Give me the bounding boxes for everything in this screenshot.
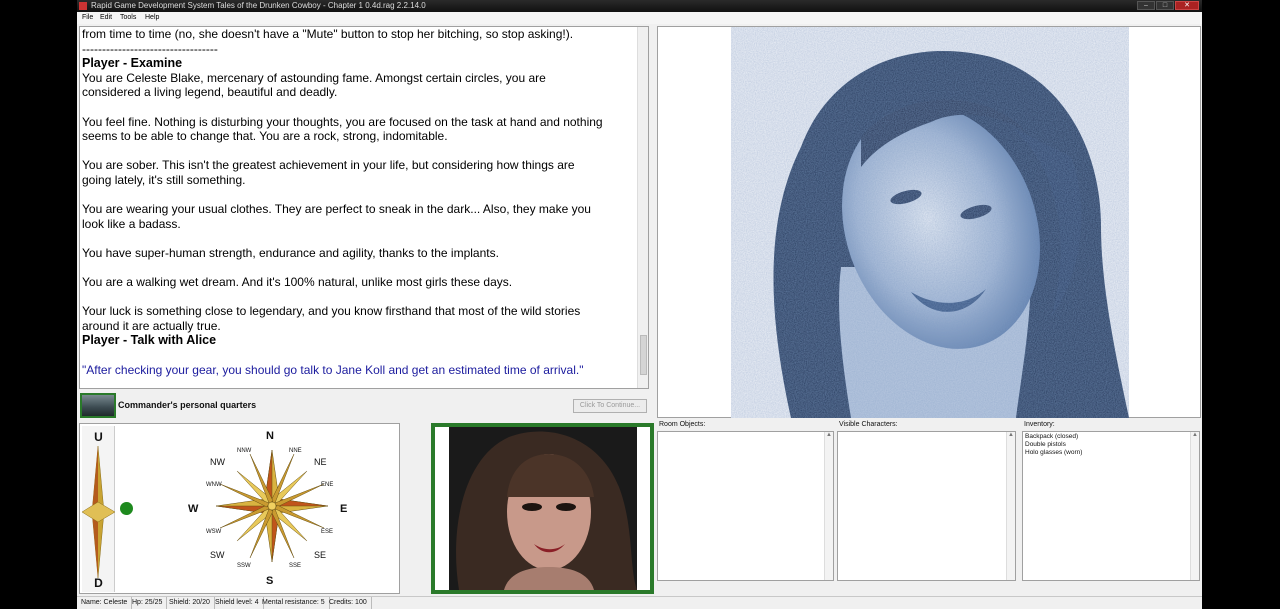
story-blank-line	[82, 188, 636, 203]
status-name: Name: Celeste	[81, 597, 133, 609]
compass-n[interactable]: N	[266, 430, 274, 442]
story-blank-line	[82, 261, 636, 276]
minimize-icon[interactable]: –	[1137, 1, 1155, 10]
story-blank-line	[82, 290, 636, 305]
story-line: from time to time (no, she doesn't have …	[82, 27, 574, 41]
story-heading: Player - Talk with Alice	[82, 333, 217, 348]
story-text: from time to time (no, she doesn't have …	[82, 27, 636, 377]
room-objects-scrollbar[interactable]: ▲	[824, 432, 833, 580]
menu-edit[interactable]: Edit	[100, 12, 112, 24]
game-window: Rapid Game Development System Tales of t…	[77, 0, 1202, 609]
story-quote: "After checking your gear, you should go…	[82, 362, 584, 377]
compass-sse[interactable]: SSE	[289, 563, 301, 569]
status-bar: Name: Celeste Hp: 25/25 Shield: 20/20 Sh…	[77, 596, 1202, 609]
compass-sw[interactable]: SW	[210, 550, 225, 560]
inventory-panel: Inventory: Backpack (closed) Double pist…	[1022, 421, 1200, 581]
story-text-panel[interactable]: from time to time (no, she doesn't have …	[79, 26, 649, 389]
location-indicator-icon	[120, 502, 133, 515]
visible-characters-panel: Visible Characters: ▲	[837, 421, 1016, 581]
player-portrait	[731, 27, 1129, 418]
menu-file[interactable]: File	[82, 12, 93, 24]
compass-se[interactable]: SE	[314, 550, 326, 560]
story-blank-line	[82, 231, 636, 246]
compass-nne[interactable]: NNE	[289, 448, 302, 454]
location-thumbnail	[80, 393, 116, 418]
story-line: You are Celeste Blake, mercenary of asto…	[82, 70, 546, 85]
story-line: You feel fine. Nothing is disturbing you…	[82, 114, 603, 129]
inventory-list[interactable]: Backpack (closed) Double pistols Holo gl…	[1022, 431, 1200, 581]
visible-characters-label: Visible Characters:	[839, 421, 898, 428]
up-button[interactable]: U	[82, 430, 115, 444]
npc-portrait-frame	[435, 427, 650, 590]
compass-wsw[interactable]: WSW	[206, 529, 221, 535]
status-shield-level: Shield level: 4	[215, 597, 264, 609]
story-blank-line	[82, 100, 636, 115]
story-line: ----------------------------------	[82, 41, 218, 56]
window-title: Rapid Game Development System Tales of t…	[91, 1, 426, 10]
npc-portrait-panel	[431, 423, 654, 594]
inventory-scrollbar[interactable]: ▲	[1190, 432, 1199, 580]
up-down-control: U D	[82, 426, 115, 592]
compass-s[interactable]: S	[266, 575, 273, 587]
visible-characters-scrollbar[interactable]: ▲	[1006, 432, 1015, 580]
visible-characters-list[interactable]: ▲	[837, 431, 1016, 581]
story-scrollbar[interactable]	[637, 27, 648, 388]
down-button[interactable]: D	[82, 576, 115, 590]
story-line: You are a walking wet dream. And it's 10…	[82, 275, 513, 290]
story-scroll-thumb[interactable]	[640, 335, 647, 375]
close-icon[interactable]: ✕	[1175, 1, 1199, 10]
story-line: going lately, it's still something.	[82, 172, 246, 187]
menu-help[interactable]: Help	[145, 12, 159, 24]
inventory-item[interactable]: Double pistols	[1025, 441, 1082, 449]
status-mental-resistance: Mental resistance: 5	[262, 597, 330, 609]
inventory-label: Inventory:	[1024, 421, 1055, 428]
menu-bar: File Edit Tools Help	[77, 12, 1202, 24]
story-line: You are wearing your usual clothes. They…	[82, 202, 591, 217]
story-heading: Player - Examine	[82, 56, 183, 71]
status-hp: Hp: 25/25	[132, 597, 168, 609]
compass-ene[interactable]: ENE	[321, 482, 333, 488]
compass-nnw[interactable]: NNW	[237, 448, 251, 454]
story-line: Your luck is something close to legendar…	[82, 304, 581, 319]
compass-nw[interactable]: NW	[210, 457, 225, 467]
npc-portrait	[449, 427, 637, 590]
story-blank-line	[82, 144, 636, 159]
story-blank-line	[82, 348, 636, 363]
story-line: You are sober. This isn't the greatest a…	[82, 158, 575, 173]
continue-button[interactable]: Click To Continue...	[573, 399, 647, 413]
menu-tools[interactable]: Tools	[120, 12, 136, 24]
inventory-item[interactable]: Backpack (closed)	[1025, 433, 1082, 441]
status-credits: Credits: 100	[329, 597, 372, 609]
title-bar[interactable]: Rapid Game Development System Tales of t…	[77, 0, 1202, 12]
room-objects-panel: Room Objects: ▲	[657, 421, 834, 581]
app-icon	[79, 2, 87, 10]
compass-ese[interactable]: ESE	[321, 529, 333, 535]
vertical-needle-icon	[82, 446, 115, 578]
story-line: You have super-human strength, endurance…	[82, 245, 499, 260]
compass-e[interactable]: E	[340, 503, 347, 515]
compass-ne[interactable]: NE	[314, 457, 327, 467]
compass-wnw[interactable]: WNW	[206, 482, 222, 488]
maximize-icon[interactable]: □	[1156, 1, 1174, 10]
story-line: look like a badass.	[82, 216, 181, 231]
compass-ssw[interactable]: SSW	[237, 563, 251, 569]
compass-panel: U D N S E W NE NW SE SW NNE NNW ENE ESE …	[79, 423, 400, 594]
compass-w[interactable]: W	[188, 503, 198, 515]
location-name: Commander's personal quarters	[118, 400, 257, 410]
player-portrait-panel	[657, 26, 1201, 418]
status-shield: Shield: 20/20	[169, 597, 215, 609]
story-line: considered a living legend, beautiful an…	[82, 85, 338, 100]
inventory-items: Backpack (closed) Double pistols Holo gl…	[1025, 433, 1082, 457]
story-line: around it are actually true.	[82, 318, 221, 333]
room-objects-list[interactable]: ▲	[657, 431, 834, 581]
story-line: seems to be able to change that. You are…	[82, 129, 448, 144]
inventory-item[interactable]: Holo glasses (worn)	[1025, 449, 1082, 457]
room-objects-label: Room Objects:	[659, 421, 706, 428]
